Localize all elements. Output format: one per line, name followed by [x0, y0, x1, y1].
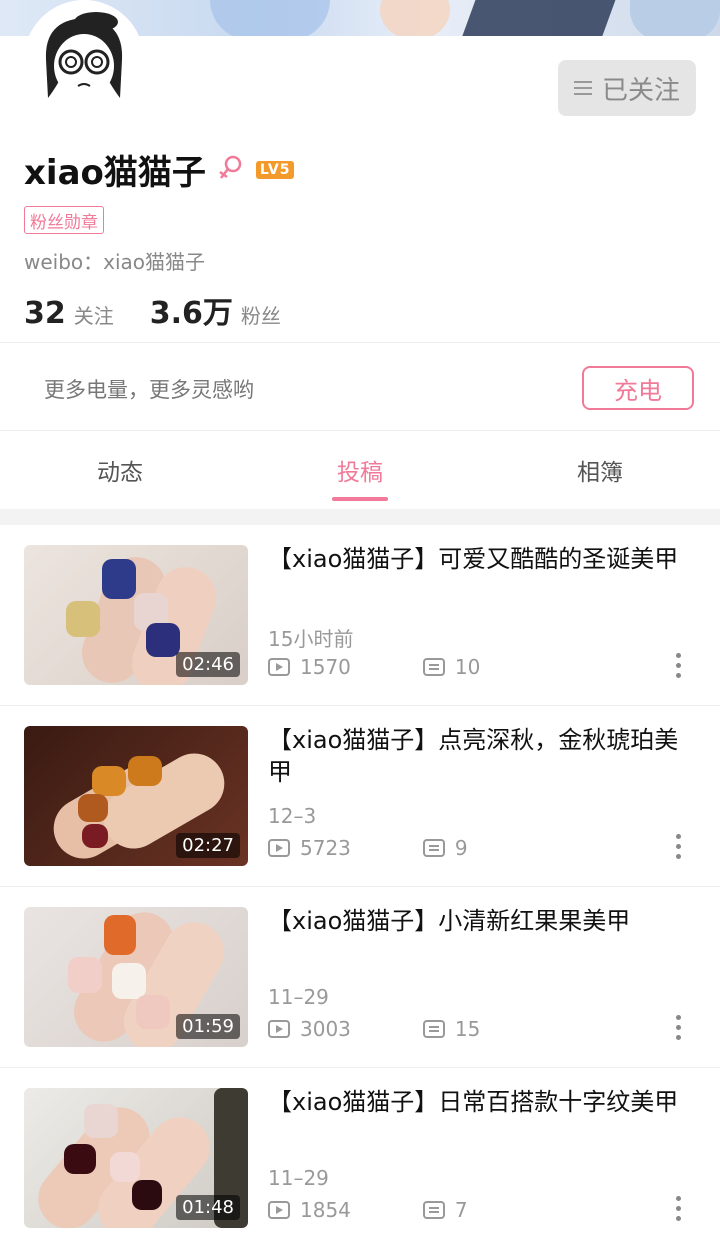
name-row: xiao猫猫子 LV5: [24, 145, 295, 194]
weibo-account: weibo：xiao猫猫子: [24, 250, 206, 274]
divider: [0, 342, 720, 343]
charge-button[interactable]: 充电: [582, 366, 694, 410]
tab-album[interactable]: 相簿: [480, 431, 720, 509]
video-item[interactable]: 02:27 【xiao猫猫子】点亮深秋，金秋琥珀美甲 12–3 5723 9: [0, 706, 720, 887]
level-badge[interactable]: LV5: [255, 160, 295, 179]
danmaku-count: 15: [454, 1017, 481, 1041]
video-date: 11–29: [268, 985, 329, 1009]
video-meta: 1570 10: [268, 655, 480, 679]
video-date: 15小时前: [268, 627, 354, 651]
fans-count[interactable]: 3.6万: [150, 288, 233, 332]
video-duration: 01:59: [176, 1014, 240, 1039]
menu-icon: [573, 81, 592, 95]
following-count[interactable]: 32: [24, 296, 66, 331]
video-item[interactable]: 02:46 【xiao猫猫子】可爱又酷酷的圣诞美甲 15小时前 1570 10: [0, 525, 720, 706]
video-title[interactable]: 【xiao猫猫子】小清新红果果美甲: [268, 905, 698, 937]
video-meta: 1854 7: [268, 1198, 468, 1222]
video-thumbnail[interactable]: 01:59: [24, 907, 248, 1047]
video-title[interactable]: 【xiao猫猫子】日常百搭款十字纹美甲: [268, 1086, 698, 1118]
video-duration: 01:48: [176, 1195, 240, 1220]
video-duration: 02:27: [176, 833, 240, 858]
video-list: 02:46 【xiao猫猫子】可爱又酷酷的圣诞美甲 15小时前 1570 10 …: [0, 525, 720, 1248]
danmaku-icon: [422, 1020, 445, 1038]
more-options-icon[interactable]: [676, 1015, 681, 1040]
danmaku-icon: [422, 658, 445, 676]
following-label[interactable]: 关注: [74, 300, 114, 329]
video-meta: 5723 9: [268, 836, 468, 860]
video-title[interactable]: 【xiao猫猫子】点亮深秋，金秋琥珀美甲: [268, 724, 698, 788]
followed-label: 已关注: [601, 75, 680, 106]
video-thumbnail[interactable]: 02:46: [24, 545, 248, 685]
video-item[interactable]: 01:48 【xiao猫猫子】日常百搭款十字纹美甲 11–29 1854 7: [0, 1068, 720, 1248]
fans-label[interactable]: 粉丝: [241, 300, 281, 329]
more-options-icon[interactable]: [676, 653, 681, 678]
video-thumbnail[interactable]: 01:48: [24, 1088, 248, 1228]
female-icon: [218, 154, 244, 186]
video-title[interactable]: 【xiao猫猫子】可爱又酷酷的圣诞美甲: [268, 543, 698, 575]
play-count-icon: [268, 1201, 290, 1219]
video-date: 11–29: [268, 1166, 329, 1190]
danmaku-count: 10: [454, 655, 481, 679]
video-date: 12–3: [268, 804, 317, 828]
stats: 32 关注 3.6万 粉丝: [24, 288, 317, 332]
video-duration: 02:46: [176, 652, 240, 677]
more-options-icon[interactable]: [676, 834, 681, 859]
video-thumbnail[interactable]: 02:27: [24, 726, 248, 866]
danmaku-count: 7: [454, 1198, 468, 1222]
profile-tabs: 动态 投稿 相簿: [0, 431, 720, 509]
danmaku-icon: [422, 1201, 445, 1219]
avatar[interactable]: [24, 0, 144, 120]
followed-button[interactable]: 已关注: [558, 60, 696, 116]
more-options-icon[interactable]: [676, 1196, 681, 1221]
play-count: 1854: [300, 1198, 351, 1222]
play-count: 3003: [300, 1017, 351, 1041]
video-meta: 3003 15: [268, 1017, 480, 1041]
tab-dynamics[interactable]: 动态: [0, 431, 240, 509]
play-count-icon: [268, 658, 290, 676]
danmaku-count: 9: [454, 836, 468, 860]
tab-uploads[interactable]: 投稿: [240, 431, 480, 509]
danmaku-icon: [422, 839, 445, 857]
video-item[interactable]: 01:59 【xiao猫猫子】小清新红果果美甲 11–29 3003 15: [0, 887, 720, 1068]
play-count-icon: [268, 839, 290, 857]
play-count: 5723: [300, 836, 351, 860]
username: xiao猫猫子: [24, 153, 206, 193]
play-count-icon: [268, 1020, 290, 1038]
play-count: 1570: [300, 655, 351, 679]
section-gap: [0, 509, 720, 525]
charge-text: 更多电量，更多灵感哟: [44, 378, 254, 402]
fan-badge[interactable]: 粉丝勋章: [24, 206, 104, 234]
